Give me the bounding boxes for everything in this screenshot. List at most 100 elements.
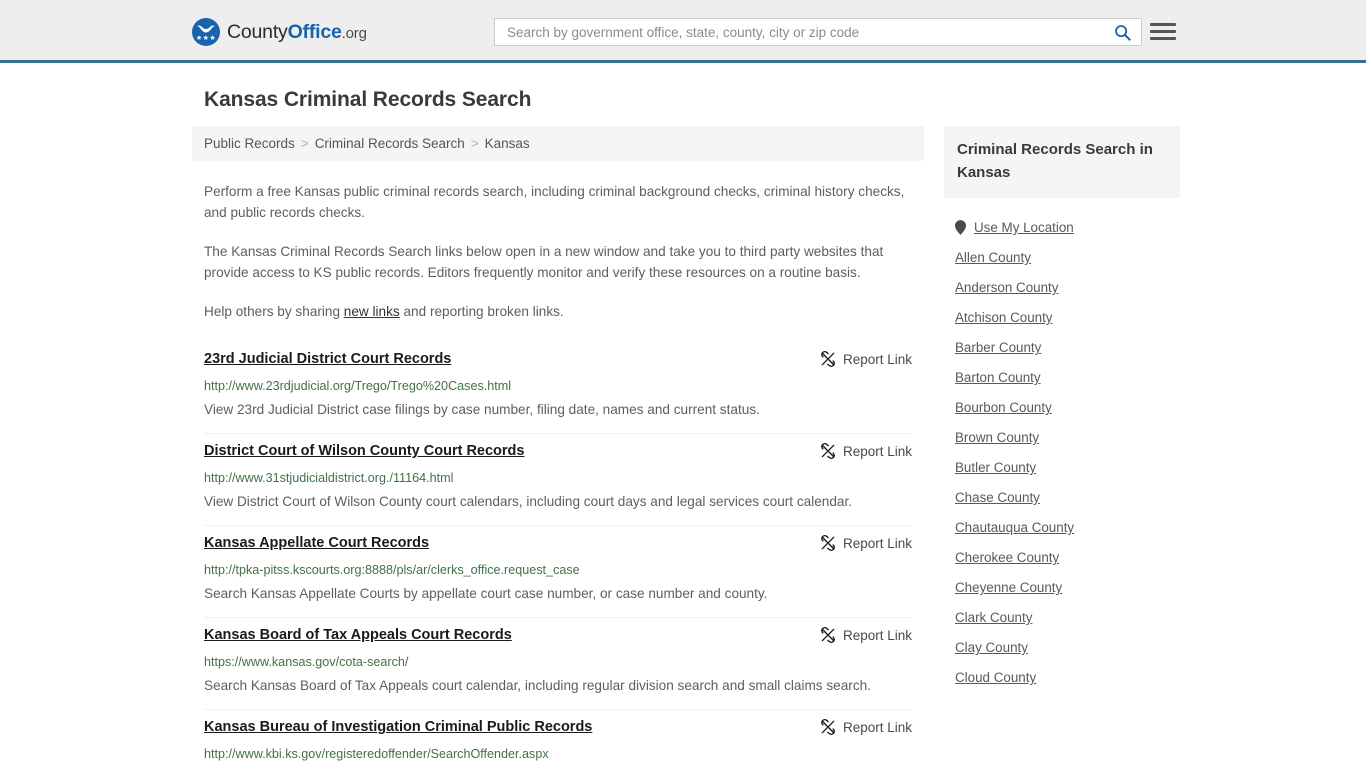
result-header: District Court of Wilson County Court Re… [204, 442, 912, 461]
result-url: http://tpka-pitss.kscourts.org:8888/pls/… [204, 563, 580, 577]
county-link[interactable]: Anderson County [955, 280, 1058, 295]
county-link[interactable]: Chautauqua County [955, 520, 1074, 535]
county-link[interactable]: Cherokee County [955, 550, 1059, 565]
result-item: Kansas Appellate Court Records Report Li… [204, 526, 912, 618]
county-link[interactable]: Atchison County [955, 310, 1053, 325]
result-description: View District Court of Wilson County cou… [204, 494, 853, 509]
page-title: Kansas Criminal Records Search [204, 88, 532, 111]
logo-stars: ★★★ [195, 35, 217, 42]
report-link-button[interactable]: Report Link [820, 442, 912, 459]
sidebar-item-county[interactable]: Atchison County [944, 302, 1180, 332]
county-link[interactable]: Bourbon County [955, 400, 1052, 415]
sidebar-item-county[interactable]: Clark County [944, 602, 1180, 632]
result-header: 23rd Judicial District Court Records Rep… [204, 350, 912, 369]
result-title-link[interactable]: Kansas Appellate Court Records [204, 534, 429, 553]
breadcrumb: Public Records > Criminal Records Search… [192, 126, 924, 161]
intro-paragraph-1: Perform a free Kansas public criminal re… [204, 184, 905, 220]
search-icon [1114, 24, 1131, 41]
site-logo[interactable]: ★★★ CountyOffice.org [192, 18, 367, 46]
broken-link-icon [821, 627, 835, 643]
result-title-link[interactable]: Kansas Bureau of Investigation Criminal … [204, 718, 592, 737]
page-container: Kansas Criminal Records Search Public Re… [0, 88, 1366, 768]
result-header: Kansas Bureau of Investigation Criminal … [204, 718, 912, 737]
result-title-link[interactable]: 23rd Judicial District Court Records [204, 350, 451, 369]
new-links-link[interactable]: new links [344, 304, 400, 319]
result-url: http://www.23rdjudicial.org/Trego/Trego%… [204, 379, 512, 393]
results-list: 23rd Judicial District Court Records Rep… [192, 342, 924, 768]
county-link[interactable]: Brown County [955, 430, 1039, 445]
intro-p3-after: and reporting broken links. [399, 304, 564, 319]
result-item: District Court of Wilson County Court Re… [204, 434, 912, 526]
menu-bar-2 [1150, 29, 1176, 33]
result-title-link[interactable]: Kansas Board of Tax Appeals Court Record… [204, 626, 512, 645]
sidebar-item-county[interactable]: Barton County [944, 362, 1180, 392]
logo-wordmark: CountyOffice.org [227, 21, 367, 44]
sidebar-item-county[interactable]: Bourbon County [944, 392, 1180, 422]
result-item: 23rd Judicial District Court Records Rep… [204, 342, 912, 434]
sidebar-item-county[interactable]: Brown County [944, 422, 1180, 452]
broken-link-icon [821, 719, 835, 735]
result-title-link[interactable]: District Court of Wilson County Court Re… [204, 442, 524, 461]
sidebar-item-county[interactable]: Cloud County [944, 662, 1180, 692]
result-header: Kansas Board of Tax Appeals Court Record… [204, 626, 912, 645]
sidebar-item-county[interactable]: Butler County [944, 452, 1180, 482]
broken-link-icon [821, 535, 835, 551]
search-input[interactable] [505, 19, 1111, 45]
result-header: Kansas Appellate Court Records Report Li… [204, 534, 912, 553]
breadcrumb-item-1[interactable]: Criminal Records Search [315, 136, 465, 151]
broken-link-icon [821, 351, 835, 367]
logo-text-county: County [227, 20, 288, 43]
logo-text-org: .org [341, 24, 367, 42]
sidebar-item-county[interactable]: Anderson County [944, 272, 1180, 302]
sidebar-item-county[interactable]: Cherokee County [944, 542, 1180, 572]
county-link[interactable]: Clark County [955, 610, 1032, 625]
menu-bar-1 [1150, 22, 1176, 26]
intro-paragraph-3: Help others by sharing new links and rep… [204, 301, 912, 322]
sidebar-item-county[interactable]: Allen County [944, 242, 1180, 272]
report-link-label: Report Link [842, 719, 912, 735]
intro-paragraph-2: The Kansas Criminal Records Search links… [204, 244, 884, 280]
report-link-label: Report Link [842, 627, 912, 643]
sidebar-item-county[interactable]: Barber County [944, 332, 1180, 362]
broken-link-icon [821, 443, 835, 459]
report-link-button[interactable]: Report Link [820, 626, 912, 643]
county-link[interactable]: Barber County [955, 340, 1041, 355]
result-url: http://www.31stjudicialdistrict.org./111… [204, 471, 454, 485]
county-link[interactable]: Chase County [955, 490, 1040, 505]
sidebar: Criminal Records Search in Kansas Use My… [944, 126, 1180, 692]
search-button[interactable] [1111, 21, 1133, 43]
report-link-button[interactable]: Report Link [820, 350, 912, 367]
sidebar-item-county[interactable]: Cheyenne County [944, 572, 1180, 602]
breadcrumb-item-0[interactable]: Public Records [204, 136, 295, 151]
county-link[interactable]: Cheyenne County [955, 580, 1062, 595]
eagle-glyph [197, 25, 215, 33]
logo-text-office: Office [287, 20, 342, 43]
sidebar-item-county[interactable]: Chautauqua County [944, 512, 1180, 542]
intro-text: Perform a free Kansas public criminal re… [192, 181, 924, 322]
site-header: ★★★ CountyOffice.org [0, 0, 1366, 63]
search-bar[interactable] [494, 18, 1142, 46]
report-link-label: Report Link [842, 535, 912, 551]
breadcrumb-separator-0: > [300, 136, 309, 151]
report-link-button[interactable]: Report Link [820, 718, 912, 735]
eagle-seal-icon: ★★★ [192, 18, 220, 46]
intro-p3-before: Help others by sharing [204, 304, 344, 319]
county-link[interactable]: Barton County [955, 370, 1041, 385]
county-link[interactable]: Cloud County [955, 670, 1036, 685]
report-link-label: Report Link [842, 443, 912, 459]
result-url: https://www.kansas.gov/cota-search/ [204, 655, 409, 669]
sidebar-item-county[interactable]: Clay County [944, 632, 1180, 662]
hamburger-menu-icon[interactable] [1150, 18, 1176, 44]
report-link-button[interactable]: Report Link [820, 534, 912, 551]
county-link[interactable]: Butler County [955, 460, 1036, 475]
sidebar-item-use-my-location[interactable]: Use My Location [944, 212, 1180, 242]
county-link[interactable]: Allen County [955, 250, 1031, 265]
map-pin-icon [955, 220, 966, 235]
menu-bar-3 [1150, 36, 1176, 40]
result-description: Search Kansas Appellate Courts by appell… [204, 586, 768, 601]
report-link-label: Report Link [842, 351, 912, 367]
sidebar-item-county[interactable]: Chase County [944, 482, 1180, 512]
use-my-location-link[interactable]: Use My Location [974, 220, 1074, 235]
content-columns: Public Records > Criminal Records Search… [192, 126, 1180, 768]
county-link[interactable]: Clay County [955, 640, 1028, 655]
